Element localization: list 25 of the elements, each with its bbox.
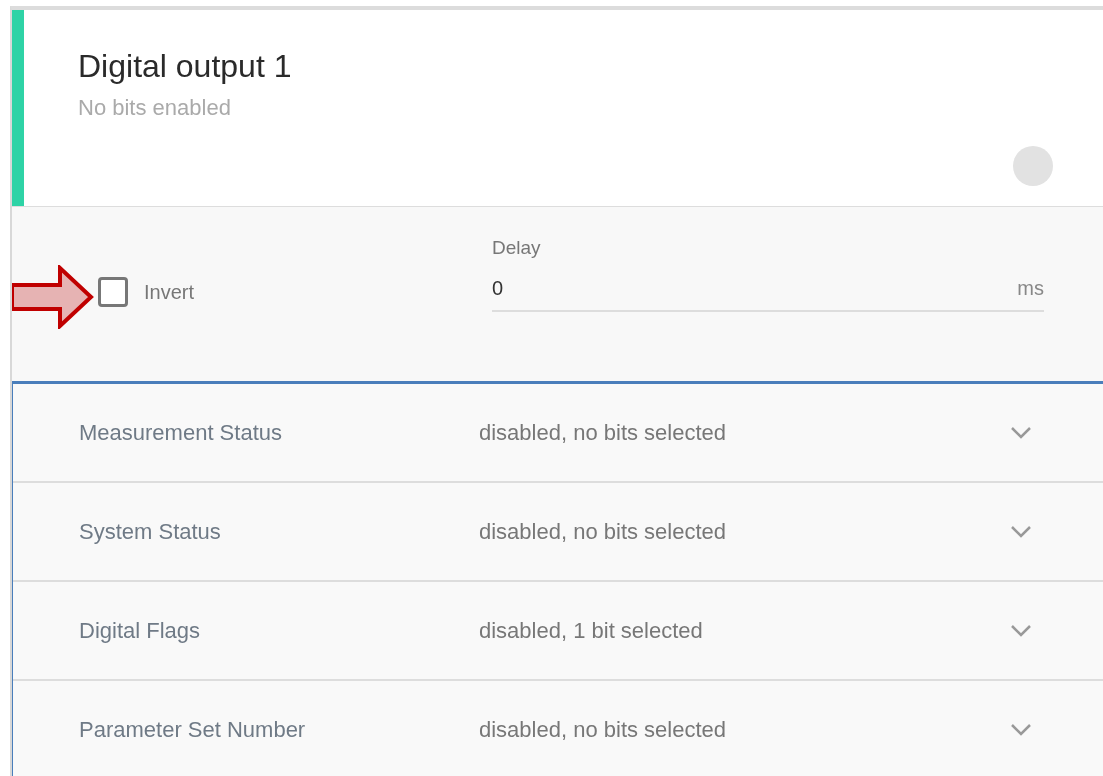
card-title: Digital output 1 (78, 48, 293, 85)
checkbox-label: Invert (144, 280, 195, 304)
card-subtitle: No bits enabled (78, 95, 232, 121)
row-value: disabled, no bits selected (479, 716, 728, 743)
source-row[interactable]: Parameter Set Number disabled, no bits selected (13, 681, 1103, 776)
row-value: disabled, no bits selected (479, 419, 728, 446)
chevron-icon[interactable] (1010, 722, 1032, 737)
row-label: Digital Flags (78, 617, 202, 644)
delay-input[interactable]: 0 (492, 277, 1018, 300)
chevron-icon[interactable] (1010, 623, 1032, 638)
row-value: disabled, 1 bit selected (479, 617, 704, 644)
row-label: Parameter Set Number (78, 716, 307, 743)
field-label: Delay (492, 237, 542, 259)
source-row[interactable]: Digital Flags disabled, 1 bit selected (13, 582, 1103, 681)
chevron-icon[interactable] (1010, 524, 1032, 539)
row-label: System Status (78, 518, 222, 545)
row-label: Measurement Status (78, 419, 283, 446)
source-row[interactable]: Measurement Status disabled, no bits selected (13, 384, 1103, 483)
chevron-icon[interactable] (1010, 425, 1032, 440)
invert-checkbox[interactable] (98, 277, 128, 307)
status-dot (1013, 146, 1053, 186)
row-value: disabled, no bits selected (479, 518, 728, 545)
unit-label: ms (1017, 277, 1044, 300)
source-row[interactable]: System Status disabled, no bits selected (13, 483, 1103, 582)
arrow-icon (12, 265, 94, 329)
